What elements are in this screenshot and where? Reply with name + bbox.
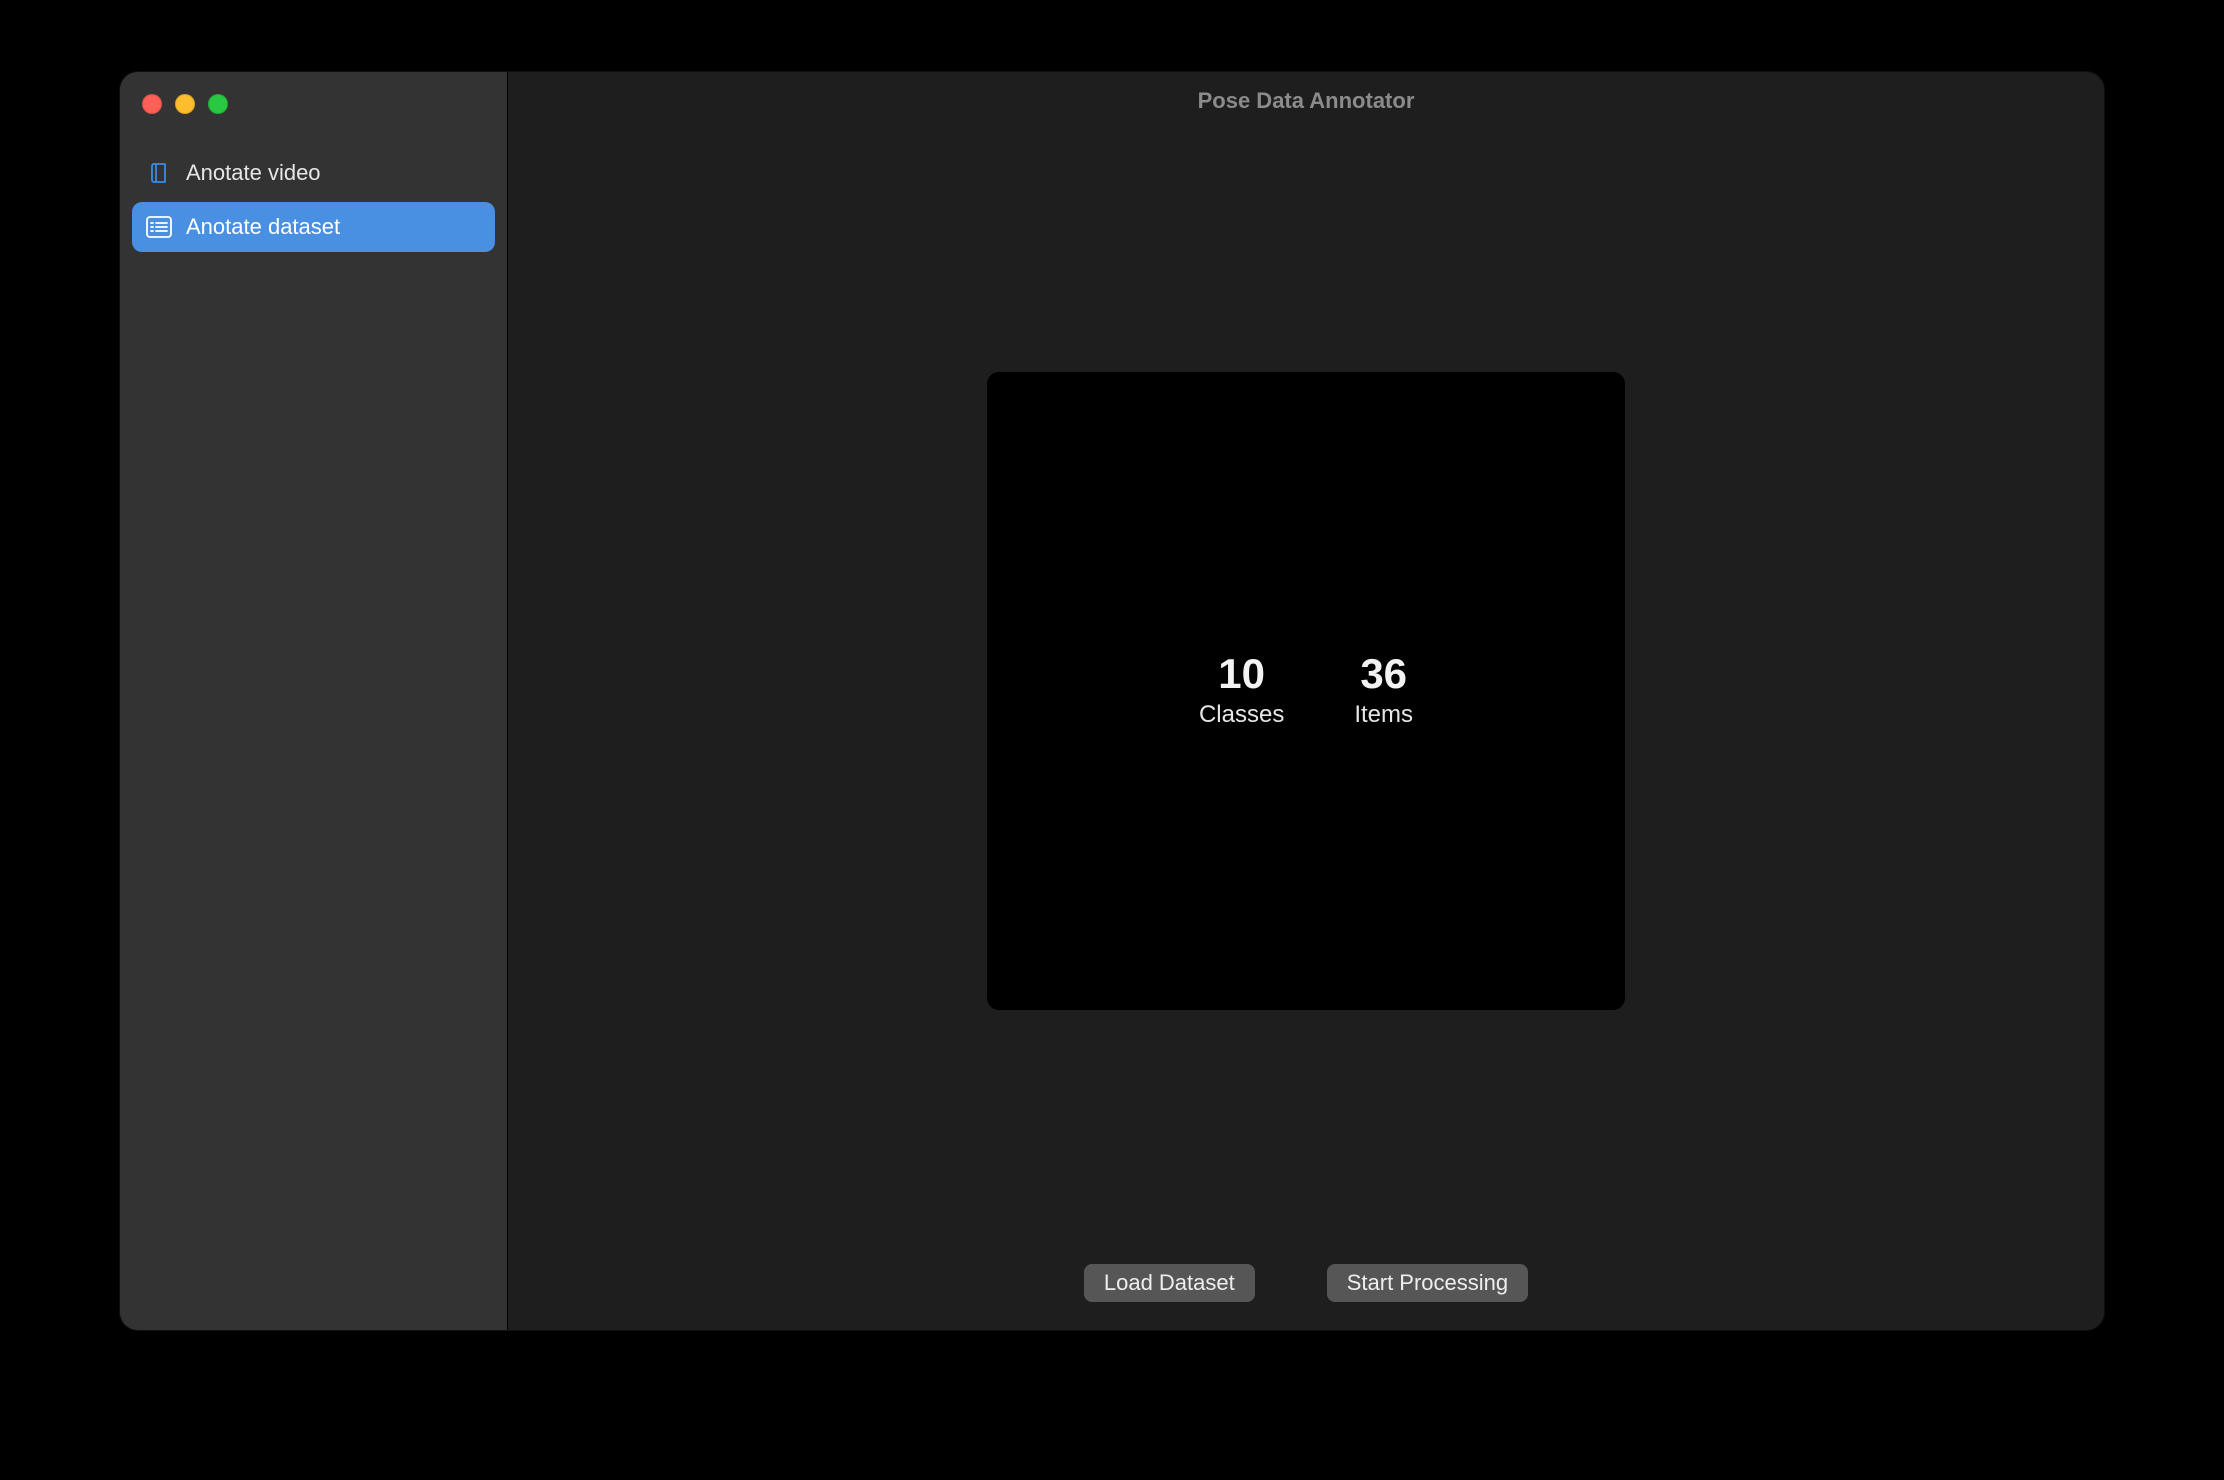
stat-classes-value: 10 <box>1218 653 1265 695</box>
app-window: Anotate video Anotate dataset <box>120 72 2104 1330</box>
stat-items-value: 36 <box>1360 653 1407 695</box>
minimize-window-button[interactable] <box>175 94 195 114</box>
dataset-summary-card: 10 Classes 36 Items <box>987 372 1625 1010</box>
book-icon <box>146 160 172 186</box>
sidebar-item-label: Anotate video <box>186 160 321 186</box>
sidebar-item-annotate-dataset[interactable]: Anotate dataset <box>132 202 495 252</box>
stat-items: 36 Items <box>1354 653 1413 729</box>
sidebar-nav: Anotate video Anotate dataset <box>120 148 507 252</box>
stat-classes: 10 Classes <box>1199 653 1284 729</box>
close-window-button[interactable] <box>142 94 162 114</box>
sidebar-item-label: Anotate dataset <box>186 214 340 240</box>
content-area: 10 Classes 36 Items <box>508 130 2104 1252</box>
start-processing-button[interactable]: Start Processing <box>1327 1264 1528 1302</box>
sidebar: Anotate video Anotate dataset <box>120 72 508 1330</box>
sidebar-item-annotate-video[interactable]: Anotate video <box>132 148 495 198</box>
list-icon <box>146 214 172 240</box>
stat-classes-label: Classes <box>1199 701 1284 729</box>
stat-items-label: Items <box>1354 701 1413 729</box>
load-dataset-button[interactable]: Load Dataset <box>1084 1264 1255 1302</box>
zoom-window-button[interactable] <box>208 94 228 114</box>
main-panel: Pose Data Annotator 10 Classes 36 Items … <box>508 72 2104 1330</box>
window-controls <box>120 94 507 114</box>
window-title: Pose Data Annotator <box>508 72 2104 130</box>
footer-actions: Load Dataset Start Processing <box>508 1252 2104 1330</box>
